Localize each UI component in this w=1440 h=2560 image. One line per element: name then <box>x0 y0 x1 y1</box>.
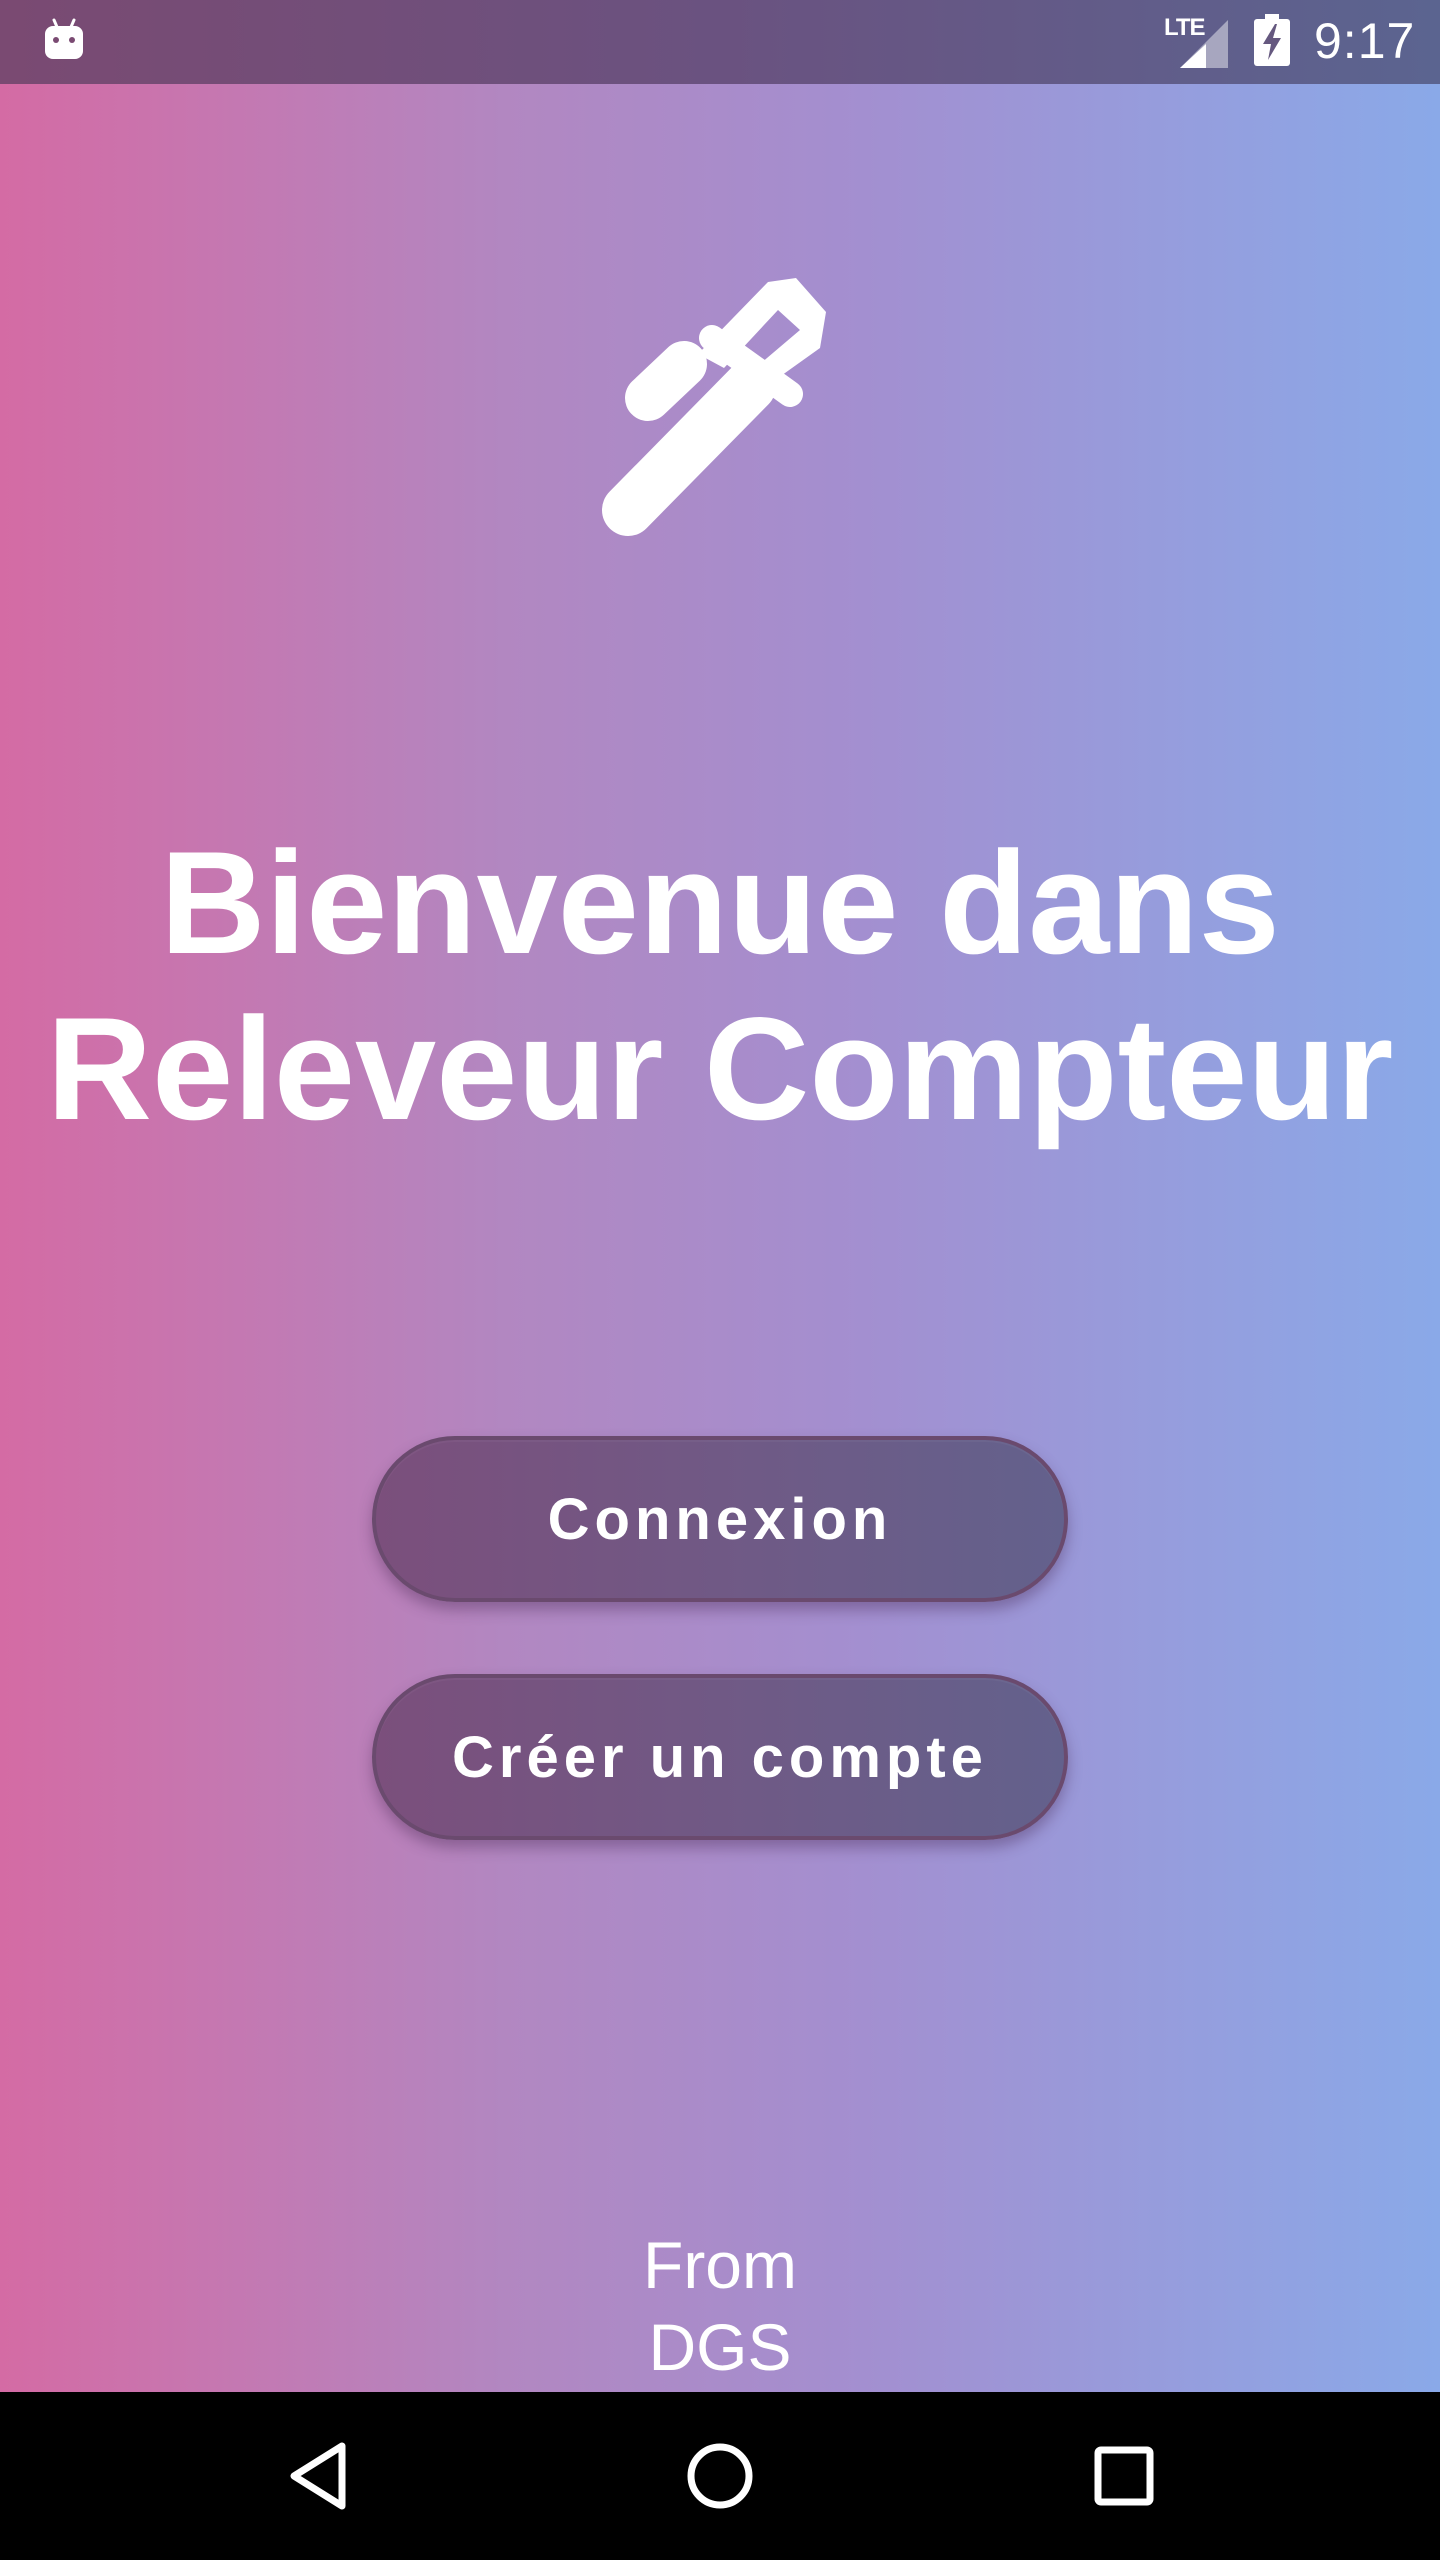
login-button[interactable]: Connexion <box>372 1436 1068 1602</box>
back-button[interactable] <box>268 2426 368 2526</box>
back-icon <box>290 2442 346 2510</box>
signal-icon <box>1180 20 1228 68</box>
navigation-bar <box>0 2392 1440 2560</box>
footer-line-1: From <box>643 2228 797 2302</box>
title-line-2: Releveur Compteur <box>46 987 1394 1150</box>
battery-charging-icon <box>1254 14 1290 66</box>
android-notification-icon <box>45 18 83 59</box>
wrench-icon <box>602 278 826 536</box>
recents-icon <box>1094 2446 1154 2506</box>
app-screen: LTE 9:17 Bienvenue dans Releveur Compteu… <box>0 0 1440 2392</box>
create-account-button[interactable]: Créer un compte <box>372 1674 1068 1840</box>
title-line-1: Bienvenue dans <box>160 821 1280 984</box>
status-clock: 9:17 <box>1314 13 1416 69</box>
home-button[interactable] <box>670 2426 770 2526</box>
recents-button[interactable] <box>1074 2426 1174 2526</box>
page-title: Bienvenue dans Releveur Compteur <box>0 820 1440 1152</box>
home-icon <box>687 2443 753 2509</box>
footer-line-2: DGS <box>648 2310 792 2384</box>
footer-credit: From DGS <box>0 2224 1440 2388</box>
status-bar: LTE 9:17 <box>0 0 1440 84</box>
